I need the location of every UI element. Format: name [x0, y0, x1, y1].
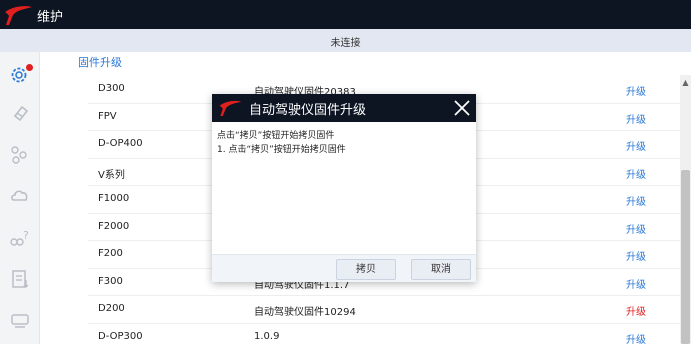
sidebar-item-cloud[interactable]: [5, 182, 35, 208]
upgrade-link[interactable]: 升级: [626, 248, 646, 263]
scrollbar-thumb[interactable]: [681, 170, 690, 344]
dialog-footer: 拷贝 取消: [212, 254, 476, 282]
app-logo-icon: [5, 6, 32, 25]
firmware-name: FPV: [98, 110, 117, 122]
sidebar-item-params[interactable]: [5, 141, 35, 167]
connection-status: 未连接: [330, 38, 361, 49]
firmware-name: F2000: [98, 220, 130, 232]
app-logo-icon: [219, 100, 242, 116]
firmware-name: V系列: [98, 169, 125, 181]
scroll-up-arrow-icon[interactable]: ▲: [681, 79, 690, 87]
upgrade-link[interactable]: 升级: [626, 138, 646, 153]
sidebar-item-maintenance[interactable]: [5, 61, 35, 87]
connection-status-bar: 未连接: [0, 29, 691, 52]
log-list-icon: [12, 270, 29, 288]
window-title: 维护: [37, 10, 64, 25]
upgrade-link[interactable]: 升级: [626, 111, 646, 126]
sidebar-item-help[interactable]: ?: [5, 225, 35, 251]
sidebar-item-logs[interactable]: [5, 266, 35, 292]
upgrade-link[interactable]: 升级: [626, 331, 646, 344]
upgrade-link[interactable]: 升级: [626, 166, 646, 181]
firmware-version: 自动驾驶仪固件10294: [254, 307, 356, 318]
dialog-header: 自动驾驶仪固件升级: [212, 94, 476, 122]
section-title: 固件升级: [78, 56, 122, 69]
dialog-step: 1. 点击“拷贝”按钮开始拷贝固件: [217, 145, 346, 155]
sidebar-item-eraser[interactable]: [5, 100, 35, 126]
eraser-icon: [13, 105, 29, 122]
upgrade-link[interactable]: 升级: [626, 276, 646, 291]
firmware-name: D200: [98, 303, 125, 314]
firmware-version: 1.0.9: [254, 330, 280, 342]
firmware-name: F200: [98, 248, 123, 259]
device-icon: [11, 314, 29, 328]
help-icon: ?: [10, 229, 29, 246]
copy-button[interactable]: 拷贝: [336, 259, 396, 280]
firmware-name: D300: [98, 83, 125, 94]
upgrade-link[interactable]: 升级: [626, 193, 646, 208]
table-row: D200 自动驾驶仪固件10294 升级: [88, 296, 680, 324]
upgrade-link[interactable]: 升级: [626, 221, 646, 236]
dialog-title: 自动驾驶仪固件升级: [249, 103, 367, 118]
close-icon[interactable]: [453, 99, 471, 117]
firmware-upgrade-dialog: 自动驾驶仪固件升级 点击“拷贝”按钮开始拷贝固件 1. 点击“拷贝”按钮开始拷贝…: [212, 94, 476, 282]
sidebar: ?: [0, 52, 40, 344]
upgrade-link[interactable]: 升级: [626, 303, 646, 318]
sidebar-item-device[interactable]: [5, 307, 35, 333]
sliders-icon: [11, 146, 27, 164]
firmware-name: F300: [98, 275, 123, 287]
firmware-name: F1000: [98, 193, 130, 204]
cloud-icon: [11, 190, 28, 201]
dialog-message: 点击“拷贝”按钮开始拷贝固件: [217, 131, 335, 141]
upgrade-link[interactable]: 升级: [626, 83, 646, 98]
svg-text:?: ?: [23, 229, 29, 242]
notification-dot: [26, 64, 33, 71]
title-bar: 维护: [0, 0, 691, 29]
firmware-name: D-OP300: [98, 330, 143, 342]
table-row: D-OP300 1.0.9 升级: [88, 324, 680, 344]
cancel-button[interactable]: 取消: [411, 259, 471, 280]
firmware-name: D-OP400: [98, 138, 143, 149]
